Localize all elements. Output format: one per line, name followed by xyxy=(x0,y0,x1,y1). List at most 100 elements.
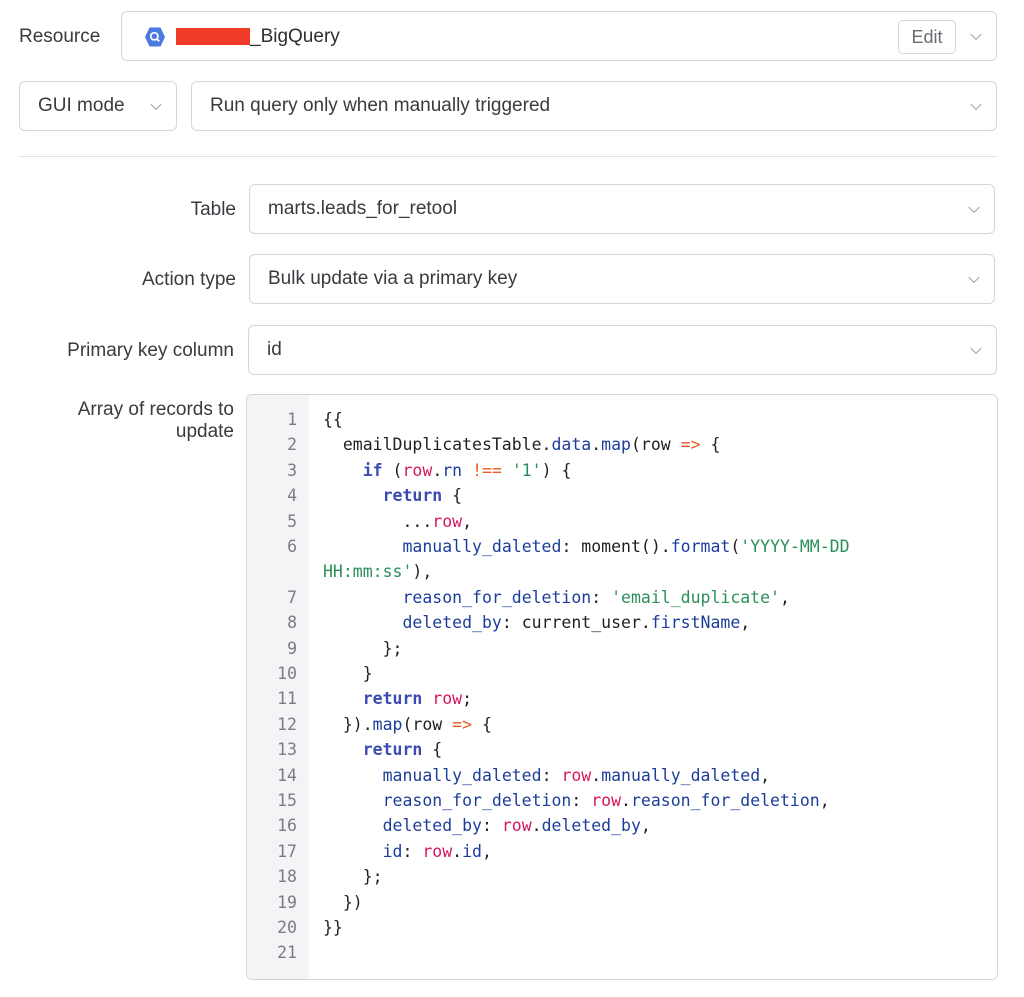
chevron-down-icon xyxy=(970,28,982,41)
code-token: {{ xyxy=(323,410,343,429)
line-number: 2 xyxy=(287,435,297,455)
code-token: row xyxy=(422,841,453,861)
edit-button[interactable]: Edit xyxy=(898,20,956,54)
line-number: 21 xyxy=(277,943,297,963)
line-number: 1 xyxy=(287,410,297,429)
code-token: } xyxy=(323,664,373,683)
code-token: map xyxy=(601,435,631,455)
code-token: emailDuplicatesTable. xyxy=(323,435,552,455)
code-token: : xyxy=(402,841,423,861)
code-token: deleted_by xyxy=(402,613,502,633)
line-number: 6 xyxy=(287,537,297,556)
code-token: id xyxy=(382,841,403,861)
code-token: : xyxy=(541,765,562,785)
code-line: if (row.rn !== '1') { xyxy=(323,459,572,483)
code-token: HH:mm:ss' xyxy=(323,562,413,582)
code-token: . xyxy=(591,435,602,455)
code-token: . xyxy=(452,841,463,861)
chevron-down-icon xyxy=(150,98,162,111)
code-line: {{ xyxy=(323,408,343,432)
line-number: 14 xyxy=(277,765,297,785)
chevron-down-icon xyxy=(968,271,980,284)
line-number: 18 xyxy=(277,867,297,887)
line-number: 4 xyxy=(287,486,297,506)
bigquery-icon xyxy=(145,27,165,47)
resource-select[interactable]: _BigQuery Edit xyxy=(121,11,997,61)
code-token: rn xyxy=(442,460,463,480)
action-type-value: Bulk update via a primary key xyxy=(268,268,518,289)
records-label-line2: update xyxy=(175,421,234,442)
code-token: => xyxy=(680,435,701,455)
code-token: reason_for_deletion xyxy=(630,791,820,810)
code-line: manually_daleted: moment().format('YYYY-… xyxy=(323,535,849,559)
code-token: id xyxy=(462,841,482,861)
code-token: { xyxy=(472,714,492,734)
trigger-select[interactable]: Run query only when manually triggered xyxy=(191,81,997,131)
code-token: manually_daleted xyxy=(402,537,562,556)
code-token: return xyxy=(362,740,423,760)
code-token: reason_for_deletion xyxy=(382,791,572,810)
code-token: map xyxy=(372,714,403,734)
line-number: 5 xyxy=(287,511,297,531)
code-token: , xyxy=(481,841,492,861)
code-token: : current_user. xyxy=(501,613,651,633)
code-token: { xyxy=(422,740,443,760)
code-token: row xyxy=(432,511,463,531)
line-number: 13 xyxy=(277,740,297,760)
code-token: }} xyxy=(323,918,343,937)
code-token: : xyxy=(591,587,612,607)
line-number: 3 xyxy=(287,460,297,480)
records-label-line1: Array of records to xyxy=(77,399,234,420)
code-token: row xyxy=(402,460,433,480)
primary-key-select[interactable]: id xyxy=(248,325,997,375)
code-token: row xyxy=(432,689,463,709)
code-token: (row xyxy=(402,714,453,734)
code-token: (row xyxy=(630,435,681,455)
code-token: data xyxy=(551,435,592,455)
line-number: 20 xyxy=(277,918,297,937)
code-token: { xyxy=(442,486,463,506)
table-select[interactable]: marts.leads_for_retool xyxy=(249,184,995,234)
trigger-value: Run query only when manually triggered xyxy=(210,95,551,116)
code-token: }; xyxy=(323,638,403,658)
code-line: reason_for_deletion: row.reason_for_dele… xyxy=(323,789,830,813)
code-token: ( xyxy=(730,537,741,556)
code-token: => xyxy=(452,714,473,734)
chevron-down-icon xyxy=(970,98,982,111)
code-token: row xyxy=(561,765,592,785)
code-line: }) xyxy=(323,891,363,915)
code-line: deleted_by: current_user.firstName, xyxy=(323,611,750,635)
line-gutter: 1 2 3 4 5 6 7 8 9 10 11 12 13 14 15 16 17 18 19 20 21 xyxy=(247,395,309,979)
code-token: firstName xyxy=(650,613,741,633)
code-editor[interactable]: 1 2 3 4 5 6 7 8 9 10 11 12 13 14 15 16 17 18 19 20 21 {{ ema… xyxy=(246,394,998,980)
code-line: }; xyxy=(323,865,383,889)
code-token: , xyxy=(462,511,473,531)
code-line: } xyxy=(323,662,373,686)
table-value: marts.leads_for_retool xyxy=(268,198,458,219)
gui-mode-select[interactable]: GUI mode xyxy=(19,81,177,131)
code-token: deleted_by xyxy=(541,816,641,836)
line-number: 11 xyxy=(277,689,297,709)
code-token: reason_for_deletion xyxy=(402,587,592,607)
chevron-down-icon xyxy=(968,201,980,214)
divider xyxy=(19,156,997,157)
code-line: return { xyxy=(323,484,462,508)
code-line: reason_for_deletion: 'email_duplicate', xyxy=(323,586,789,610)
code-line: deleted_by: row.deleted_by, xyxy=(323,814,651,838)
resource-label: Resource xyxy=(19,26,101,47)
code-token: row xyxy=(591,791,622,810)
line-number: 12 xyxy=(277,714,297,734)
code-token: return xyxy=(362,689,423,709)
code-token: '1' xyxy=(511,460,542,480)
code-token: . xyxy=(531,816,542,836)
code-line: return { xyxy=(323,738,442,762)
code-line: return row; xyxy=(323,687,472,711)
code-token: }) xyxy=(323,892,363,912)
table-label: Table xyxy=(190,199,236,220)
action-type-select[interactable]: Bulk update via a primary key xyxy=(249,254,995,304)
